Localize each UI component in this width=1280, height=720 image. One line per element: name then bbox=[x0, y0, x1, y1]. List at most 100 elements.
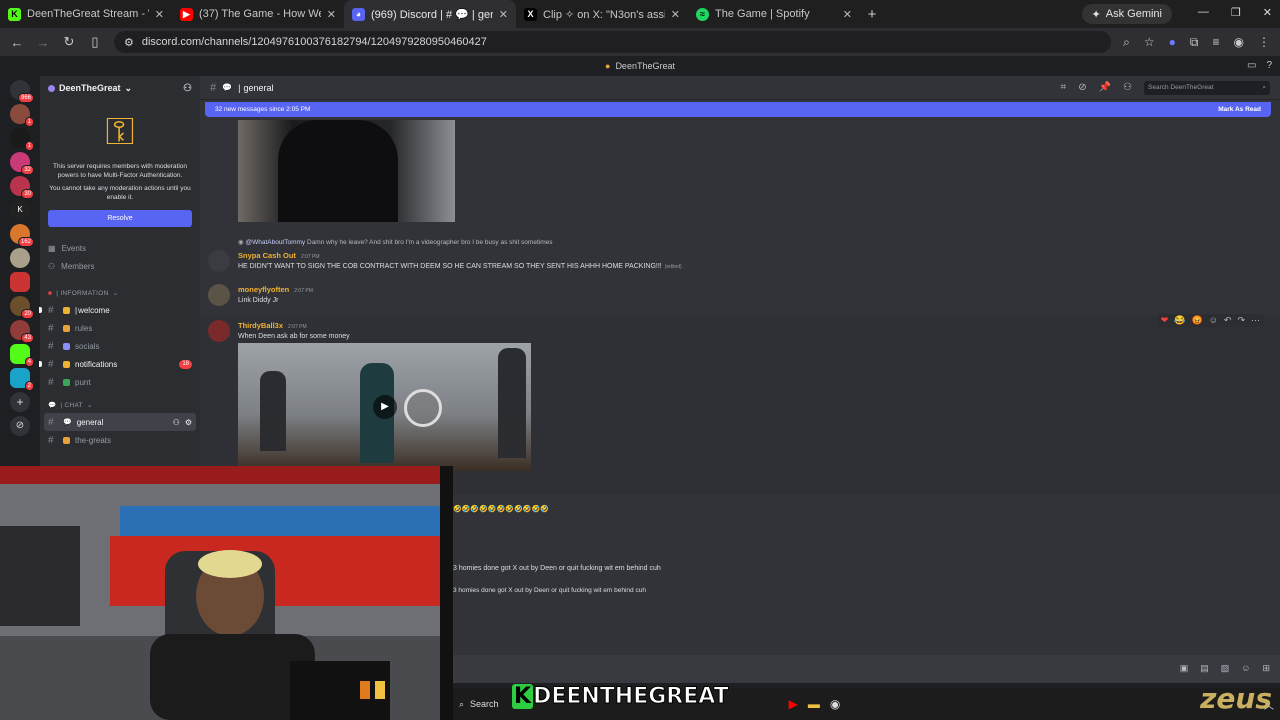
reaction-laugh[interactable]: 😂 bbox=[1174, 315, 1185, 326]
close-window-icon[interactable]: ✕ bbox=[1263, 6, 1272, 19]
forward-icon[interactable]: ↷ bbox=[1237, 315, 1245, 326]
server-icon[interactable] bbox=[10, 272, 30, 292]
close-icon[interactable]: ✕ bbox=[327, 8, 336, 21]
reply-icon[interactable]: ↶ bbox=[1224, 315, 1232, 326]
server-icon[interactable]: 162 bbox=[10, 224, 34, 247]
channel-rules[interactable]: # rules bbox=[40, 319, 200, 337]
forward-icon[interactable]: → bbox=[36, 35, 50, 50]
channel-emoji-icon bbox=[63, 342, 70, 350]
zoom-icon[interactable]: ⌕ bbox=[1123, 35, 1130, 50]
extensions-puzzle-icon[interactable]: ⧉ bbox=[1190, 35, 1199, 50]
mention-count-badge: 18 bbox=[179, 359, 192, 369]
minimize-icon[interactable]: — bbox=[1198, 6, 1209, 19]
profile-avatar[interactable]: ◉ bbox=[1234, 35, 1244, 50]
tab-kick-stream[interactable]: K DeenTheGreat Stream - Watch ✕ bbox=[0, 0, 172, 28]
direct-messages-icon[interactable]: 966 bbox=[10, 80, 34, 103]
pin-icon[interactable]: 📌 bbox=[1099, 82, 1111, 93]
member-list-icon[interactable]: ⚇ bbox=[1123, 82, 1132, 93]
server-icon[interactable]: 2 bbox=[10, 368, 34, 391]
close-icon[interactable]: ✕ bbox=[671, 8, 680, 21]
server-icon[interactable]: 43 bbox=[10, 320, 34, 343]
play-icon[interactable]: ▶ bbox=[373, 395, 397, 419]
events-label: Events bbox=[61, 243, 87, 253]
server-icon[interactable]: K bbox=[10, 200, 30, 220]
new-tab-button[interactable]: + bbox=[860, 6, 884, 23]
reload-icon[interactable]: ↻ bbox=[62, 34, 76, 50]
invite-icon[interactable]: ⚇ bbox=[183, 83, 192, 94]
extension-icon[interactable]: ● bbox=[1169, 35, 1176, 50]
url-field[interactable]: ⚙ discord.com/channels/12049761003761827… bbox=[114, 31, 1112, 53]
channel-name: punt bbox=[75, 377, 91, 387]
category-chat[interactable]: 💬 | CHAT ⌄ bbox=[40, 397, 200, 413]
site-info-icon[interactable]: ⚙ bbox=[124, 36, 134, 49]
add-server-icon[interactable]: + bbox=[10, 392, 30, 412]
gif-icon[interactable]: ▤ bbox=[1200, 663, 1209, 674]
close-icon[interactable]: ✕ bbox=[499, 8, 508, 21]
bookmark-star-icon[interactable]: ☆ bbox=[1144, 35, 1155, 50]
close-icon[interactable]: ✕ bbox=[843, 8, 852, 21]
channel-punt[interactable]: # punt bbox=[40, 373, 200, 391]
explore-icon[interactable]: ⊘ bbox=[10, 416, 30, 436]
add-member-icon[interactable]: ⚇ bbox=[173, 418, 180, 427]
author-name[interactable]: moneyflyoften 2:07 PM bbox=[238, 285, 313, 294]
file-explorer-icon[interactable]: ▬ bbox=[808, 697, 820, 711]
apps-icon[interactable]: ⊞ bbox=[1262, 663, 1270, 674]
sidebar-icon[interactable]: ▯ bbox=[88, 34, 102, 50]
emoji-icon[interactable]: ☺ bbox=[1241, 663, 1250, 674]
gear-icon[interactable]: ⚙ bbox=[185, 418, 192, 427]
mute-icon[interactable]: ⊘ bbox=[1078, 82, 1086, 93]
reaction-heart[interactable]: ❤ bbox=[1161, 315, 1169, 326]
media-control-icon[interactable]: ≡ bbox=[1213, 35, 1220, 50]
ask-gemini-button[interactable]: ✦ Ask Gemini bbox=[1081, 4, 1172, 24]
close-icon[interactable]: ✕ bbox=[155, 8, 164, 21]
back-icon[interactable]: ← bbox=[10, 35, 24, 50]
server-icon[interactable]: 32 bbox=[10, 152, 34, 175]
avatar[interactable] bbox=[208, 284, 230, 306]
search-input[interactable]: Search DeenTheGreat ⌕ bbox=[1144, 80, 1270, 95]
inbox-icon[interactable]: ▭ bbox=[1247, 60, 1256, 71]
reaction-angry[interactable]: 😡 bbox=[1191, 315, 1202, 326]
youtube-icon[interactable]: ▶ bbox=[789, 697, 798, 711]
webcam-overlay bbox=[0, 466, 453, 720]
tab-discord[interactable]: ◕ (969) Discord | # 💬 | general | ✕ bbox=[344, 0, 516, 28]
new-messages-bar[interactable]: 32 new messages since 2:05 PM Mark As Re… bbox=[205, 102, 1271, 117]
server-icon[interactable]: 1 bbox=[10, 128, 34, 151]
members-item[interactable]: ⚇ Members bbox=[40, 257, 200, 275]
tab-youtube[interactable]: ▶ (37) The Game - How We D ✕ bbox=[172, 0, 344, 28]
author-name[interactable]: ThirdyBall3x 2:07 PM bbox=[238, 321, 307, 330]
server-icon[interactable]: 1 bbox=[10, 104, 34, 127]
help-icon[interactable]: ? bbox=[1266, 60, 1272, 71]
server-icon[interactable]: 30 bbox=[10, 176, 34, 199]
more-icon[interactable]: ⋯ bbox=[1251, 315, 1260, 326]
tab-spotify[interactable]: ≈ The Game | Spotify ✕ bbox=[688, 0, 860, 28]
channel-general[interactable]: # 💬 general ⚇ ⚙ bbox=[44, 413, 196, 431]
server-icon[interactable]: 20 bbox=[10, 296, 34, 319]
server-icon[interactable] bbox=[10, 248, 30, 268]
channel-notifications[interactable]: # notifications 18 bbox=[39, 355, 200, 373]
channel-socials[interactable]: # socials bbox=[40, 337, 200, 355]
gift-icon[interactable]: ▣ bbox=[1180, 663, 1189, 674]
menu-dots-icon[interactable]: ⋮ bbox=[1258, 35, 1270, 50]
author-name[interactable]: Snypa Cash Out 2:07 PM bbox=[238, 251, 320, 260]
video-attachment[interactable]: ▶ bbox=[238, 343, 531, 471]
category-information[interactable]: ■ | INFORMATION ⌄ bbox=[40, 285, 200, 301]
server-icon[interactable]: 4 bbox=[10, 344, 34, 367]
events-item[interactable]: ▦ Events bbox=[40, 239, 200, 257]
threads-icon[interactable]: ⌗ bbox=[1061, 82, 1067, 93]
attached-image[interactable] bbox=[238, 120, 455, 222]
restore-icon[interactable]: ❐ bbox=[1231, 6, 1241, 19]
server-header[interactable]: DeenTheGreat ⌄ ⚇ bbox=[40, 76, 200, 100]
reply-preview[interactable]: ◉ @WhatAboutTommy Damn why he leave? And… bbox=[238, 238, 552, 246]
obs-icon[interactable]: ◉ bbox=[830, 697, 840, 711]
sticker-icon[interactable]: ▧ bbox=[1221, 663, 1230, 674]
channel-the-greats[interactable]: # the-greats bbox=[40, 431, 200, 449]
channel-welcome[interactable]: # | welcome bbox=[39, 301, 200, 319]
add-reaction-icon[interactable]: ☺ bbox=[1209, 315, 1218, 326]
avatar[interactable] bbox=[208, 320, 230, 342]
tab-x-clip[interactable]: X Clip ✧ on X: "N3on's assistant M ✕ bbox=[516, 0, 688, 28]
avatar[interactable] bbox=[208, 250, 230, 272]
message-input[interactable]: ▣ ▤ ▧ ☺ ⊞ bbox=[453, 655, 1280, 683]
taskbar-search[interactable]: ⌕ Search bbox=[459, 699, 499, 710]
mark-as-read-button[interactable]: Mark As Read bbox=[1218, 106, 1261, 113]
resolve-button[interactable]: Resolve bbox=[48, 210, 192, 227]
